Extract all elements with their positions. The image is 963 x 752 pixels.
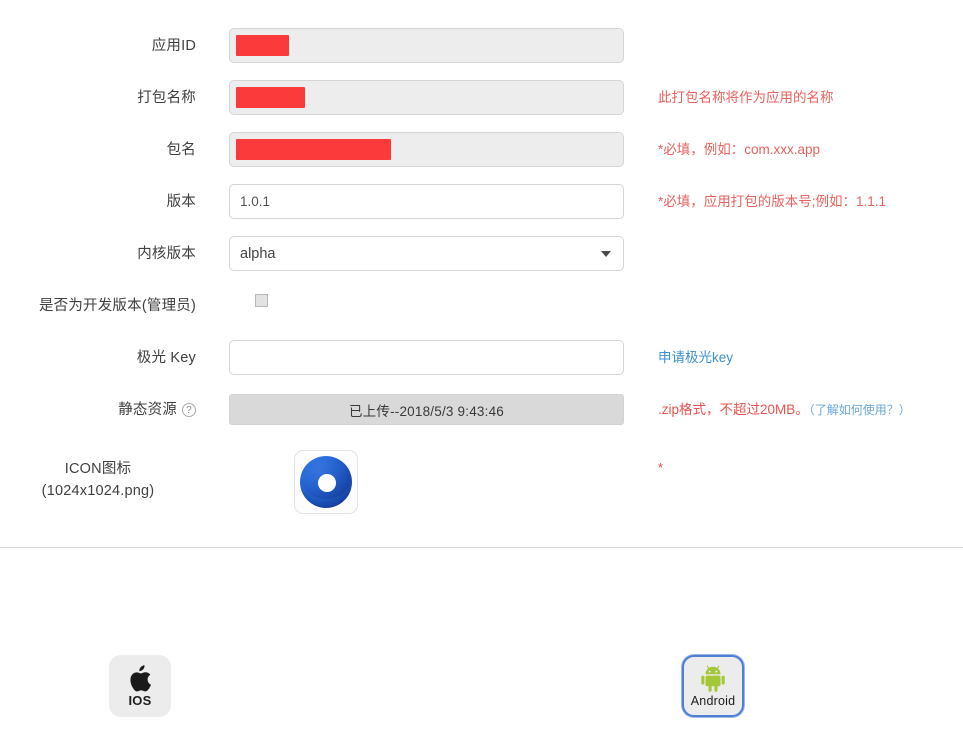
form-row-package-name: 包名 *必填，例如：com.xxx.app bbox=[0, 132, 963, 168]
redaction-bar-app-id bbox=[236, 35, 289, 56]
label-app-id: 应用ID bbox=[151, 38, 196, 54]
platform-selector: IOS Android bbox=[0, 600, 963, 740]
label-app-icon: ICON图标 (1024x1024.png) bbox=[0, 450, 196, 502]
blue-ring-logo-icon bbox=[300, 456, 352, 508]
apple-icon bbox=[130, 665, 151, 692]
label-version: 版本 bbox=[166, 194, 196, 210]
dev-build-checkbox[interactable] bbox=[255, 294, 268, 307]
form-row-kernel-version: 内核版本 alpha bbox=[0, 236, 963, 272]
label-app-icon-line1: ICON图标 bbox=[64, 461, 132, 477]
field-app-icon bbox=[229, 450, 624, 514]
form-row-static-resource: 静态资源? 已上传--2018/5/3 9:43:46 .zip格式，不超过20… bbox=[0, 392, 963, 428]
redaction-bar-package-name bbox=[236, 139, 391, 160]
platform-tile-ios[interactable]: IOS bbox=[109, 655, 171, 717]
jiguang-key-input[interactable] bbox=[229, 340, 624, 375]
static-resource-usage-link[interactable]: （了解如何使用？） bbox=[809, 403, 911, 417]
packaging-form: 应用ID 打包名称 此打包名称将作为应用的名称 包名 *必填，例如：com.xx… bbox=[0, 0, 963, 548]
form-row-version: 版本 *必填，应用打包的版本号;例如：1.1.1 bbox=[0, 184, 963, 220]
form-row-jiguang-key: 极光 Key 申请极光key bbox=[0, 340, 963, 376]
static-resource-hint-text: .zip格式，不超过20MB。 bbox=[658, 402, 809, 417]
field-dev-build bbox=[229, 288, 624, 312]
hint-app-icon: * bbox=[658, 450, 663, 486]
kernel-version-select-wrap: alpha bbox=[229, 236, 624, 271]
app-icon-required-asterisk: * bbox=[658, 460, 664, 475]
redaction-bar-package-label bbox=[236, 87, 305, 108]
version-input[interactable] bbox=[229, 184, 624, 219]
hint-package-label: 此打包名称将作为应用的名称 bbox=[658, 90, 834, 105]
form-row-package-label: 打包名称 此打包名称将作为应用的名称 bbox=[0, 80, 963, 116]
label-jiguang-key: 极光 Key bbox=[136, 350, 196, 366]
section-divider bbox=[0, 547, 963, 548]
hint-version: *必填，应用打包的版本号;例如：1.1.1 bbox=[658, 194, 887, 209]
field-version bbox=[229, 184, 624, 219]
platform-label-android: Android bbox=[690, 694, 736, 708]
label-static-resource: 静态资源? bbox=[0, 392, 196, 428]
field-static-resource: 已上传--2018/5/3 9:43:46 bbox=[229, 392, 624, 425]
form-row-app-id: 应用ID bbox=[0, 28, 963, 64]
apply-jiguang-key-link[interactable]: 申请极光key bbox=[658, 350, 733, 365]
label-kernel-version: 内核版本 bbox=[137, 246, 196, 262]
form-row-app-icon: ICON图标 (1024x1024.png) * bbox=[0, 450, 963, 514]
label-app-icon-line2: (1024x1024.png) bbox=[41, 483, 155, 499]
label-static-resource-text: 静态资源 bbox=[118, 402, 177, 418]
android-robot-icon bbox=[701, 665, 725, 692]
hint-jiguang-key: 申请极光key bbox=[658, 340, 733, 376]
app-icon-preview[interactable] bbox=[294, 450, 358, 514]
field-kernel-version: alpha bbox=[229, 236, 624, 271]
static-resource-upload-button[interactable]: 已上传--2018/5/3 9:43:46 bbox=[229, 394, 624, 425]
field-app-id bbox=[229, 28, 624, 63]
label-dev-build: 是否为开发版本(管理员) bbox=[38, 298, 196, 314]
hint-package-name: *必填，例如：com.xxx.app bbox=[658, 142, 821, 157]
label-package-label: 打包名称 bbox=[137, 90, 196, 106]
field-package-name bbox=[229, 132, 624, 167]
help-question-icon[interactable]: ? bbox=[182, 403, 196, 418]
platform-label-ios: IOS bbox=[128, 693, 152, 708]
form-row-dev-build: 是否为开发版本(管理员) bbox=[0, 288, 963, 324]
hint-static-resource: .zip格式，不超过20MB。（了解如何使用？） bbox=[658, 392, 911, 428]
platform-tile-android[interactable]: Android bbox=[682, 655, 744, 717]
field-jiguang-key bbox=[229, 340, 624, 375]
label-package-name: 包名 bbox=[166, 142, 196, 158]
field-package-label bbox=[229, 80, 624, 115]
kernel-version-select[interactable]: alpha bbox=[229, 236, 624, 271]
